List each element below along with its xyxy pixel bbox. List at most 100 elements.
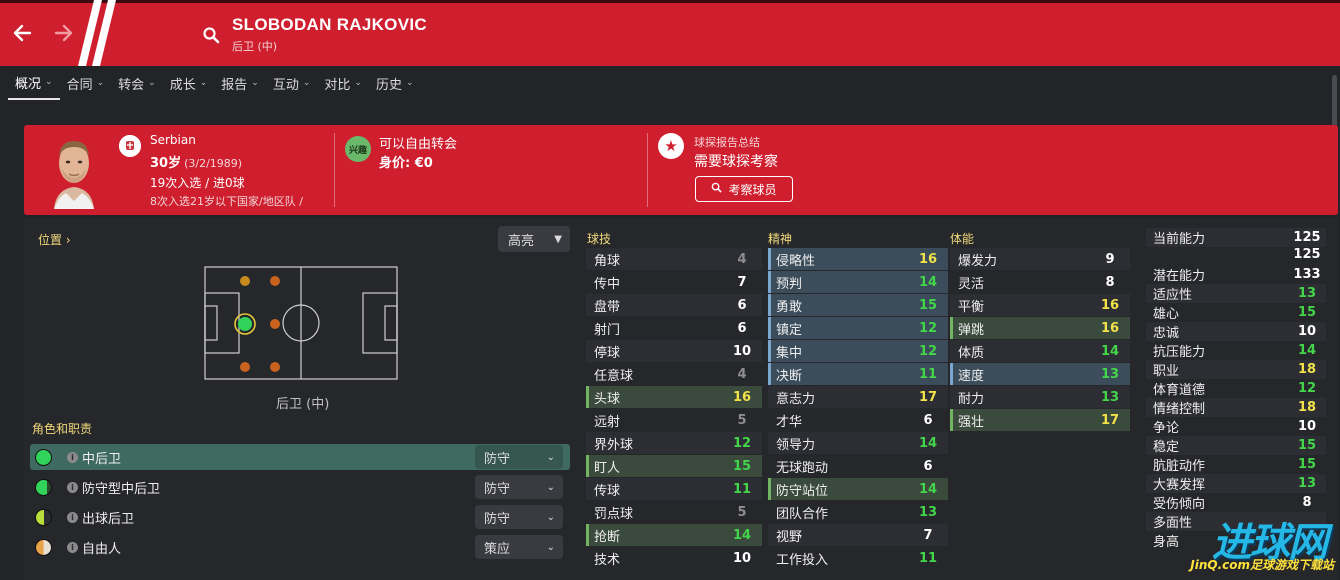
attribute-value: 8 bbox=[1302, 495, 1312, 510]
serbia-flag-icon bbox=[119, 135, 141, 157]
attribute-value: 6 bbox=[923, 458, 933, 474]
hidden-attribute-row[interactable]: 潜在能力 133 bbox=[1146, 265, 1326, 284]
attribute-row[interactable]: 传球 11 bbox=[586, 478, 762, 500]
tab-0[interactable]: 概况 ⌄ bbox=[8, 66, 60, 100]
attribute-row[interactable]: 头球 16 bbox=[586, 386, 762, 408]
attribute-row[interactable]: 集中 12 bbox=[768, 340, 948, 362]
attribute-row[interactable]: 速度 13 bbox=[950, 363, 1130, 385]
hidden-attribute-row[interactable]: 忠诚 10 bbox=[1146, 322, 1326, 341]
attribute-row[interactable]: 盘带 6 bbox=[586, 294, 762, 316]
forward-arrow-icon[interactable] bbox=[50, 20, 76, 46]
tab-bar: 概况 ⌄ 合同 ⌄ 转会 ⌄ 成长 ⌄ 报告 ⌄ 互动 ⌄ 对比 ⌄ 历史 ⌄ bbox=[8, 66, 421, 100]
attribute-row[interactable]: 界外球 12 bbox=[586, 432, 762, 454]
attribute-row[interactable]: 预判 14 bbox=[768, 271, 948, 293]
attribute-row[interactable]: 灵活 8 bbox=[950, 271, 1130, 293]
attribute-value: 14 bbox=[918, 274, 938, 290]
attribute-row[interactable]: 意志力 17 bbox=[768, 386, 948, 408]
hidden-attribute-row[interactable]: 稳定 15 bbox=[1146, 436, 1326, 455]
attribute-row[interactable]: 强壮 17 bbox=[950, 409, 1130, 431]
tab-7[interactable]: 历史 ⌄ bbox=[369, 66, 421, 100]
attribute-row[interactable]: 爆发力 9 bbox=[950, 248, 1130, 270]
attribute-value: 7 bbox=[923, 527, 933, 543]
tab-2[interactable]: 转会 ⌄ bbox=[111, 66, 163, 100]
attribute-value: 125 bbox=[1293, 247, 1321, 262]
attribute-row[interactable]: 技术 10 bbox=[586, 547, 762, 569]
attribute-row[interactable]: 射门 6 bbox=[586, 317, 762, 339]
hidden-attribute-row[interactable]: 肮脏动作 15 bbox=[1146, 455, 1326, 474]
hidden-attribute-row[interactable]: 适应性 13 bbox=[1146, 284, 1326, 303]
attribute-row[interactable]: 体质 14 bbox=[950, 340, 1130, 362]
back-arrow-icon[interactable] bbox=[10, 20, 36, 46]
info-icon[interactable]: i bbox=[67, 511, 78, 523]
attribute-value: 7 bbox=[737, 274, 747, 290]
attribute-name: 肮脏动作 bbox=[1153, 459, 1206, 474]
roles-heading: 角色和职责 bbox=[32, 422, 93, 436]
current-ability-secondary: 125 bbox=[1146, 245, 1326, 264]
watermark-logo: 进球网 JinQ.com足球游戏下载站 bbox=[1146, 510, 1340, 580]
attribute-value: 15 bbox=[1297, 438, 1317, 453]
role-row[interactable]: i 出球后卫 防守 ⌄ bbox=[30, 504, 570, 530]
attribute-row[interactable]: 镇定 12 bbox=[768, 317, 948, 339]
tab-5[interactable]: 互动 ⌄ bbox=[266, 66, 318, 100]
tab-4[interactable]: 报告 ⌄ bbox=[214, 66, 266, 100]
attribute-row[interactable]: 防守站位 14 bbox=[768, 478, 948, 500]
hidden-attribute-row[interactable]: 情绪控制 18 bbox=[1146, 398, 1326, 417]
attribute-row[interactable]: 平衡 16 bbox=[950, 294, 1130, 316]
role-row[interactable]: i 自由人 策应 ⌄ bbox=[30, 534, 570, 560]
attribute-value: 12 bbox=[732, 435, 752, 451]
tab-1[interactable]: 合同 ⌄ bbox=[60, 66, 112, 100]
attribute-row[interactable]: 才华 6 bbox=[768, 409, 948, 431]
attribute-row[interactable]: 领导力 14 bbox=[768, 432, 948, 454]
attribute-row[interactable]: 盯人 15 bbox=[586, 455, 762, 477]
attribute-name: 体质 bbox=[958, 345, 985, 361]
attribute-row[interactable]: 工作投入 11 bbox=[768, 547, 948, 569]
position-link[interactable]: 位置 › bbox=[38, 231, 71, 248]
duty-select[interactable]: 防守 ⌄ bbox=[475, 505, 563, 529]
attribute-value: 14 bbox=[1297, 343, 1317, 358]
interest-badge-icon: 兴趣 bbox=[345, 136, 371, 162]
attribute-row[interactable]: 角球 4 bbox=[586, 248, 762, 270]
hidden-attribute-row[interactable]: 争论 10 bbox=[1146, 417, 1326, 436]
attribute-name: 适应性 bbox=[1153, 288, 1193, 303]
search-icon[interactable] bbox=[202, 26, 220, 44]
attribute-row[interactable]: 决断 11 bbox=[768, 363, 948, 385]
hidden-attribute-row[interactable]: 职业 18 bbox=[1146, 360, 1326, 379]
highlight-select[interactable]: 高亮 ▼ bbox=[498, 226, 570, 252]
attribute-row[interactable]: 无球跑动 6 bbox=[768, 455, 948, 477]
duty-select[interactable]: 策应 ⌄ bbox=[475, 535, 563, 559]
info-icon[interactable]: i bbox=[67, 451, 78, 463]
attribute-name: 意志力 bbox=[776, 391, 816, 407]
attribute-row[interactable]: 任意球 4 bbox=[586, 363, 762, 385]
role-row[interactable]: i 中后卫 防守 ⌄ bbox=[30, 444, 570, 470]
duty-select[interactable]: 防守 ⌄ bbox=[475, 475, 563, 499]
attribute-value: 12 bbox=[918, 320, 938, 336]
attribute-row[interactable]: 团队合作 13 bbox=[768, 501, 948, 523]
tab-6[interactable]: 对比 ⌄ bbox=[317, 66, 369, 100]
info-icon[interactable]: i bbox=[67, 481, 78, 493]
role-name: 中后卫 bbox=[82, 451, 122, 467]
hidden-attribute-row[interactable]: 体育道德 12 bbox=[1146, 379, 1326, 398]
attribute-row[interactable]: 耐力 13 bbox=[950, 386, 1130, 408]
attribute-row[interactable]: 弹跳 16 bbox=[950, 317, 1130, 339]
attribute-row[interactable]: 抢断 14 bbox=[586, 524, 762, 546]
attribute-value: 11 bbox=[918, 366, 938, 382]
attribute-value: 14 bbox=[918, 481, 938, 497]
hidden-attribute-row[interactable]: 雄心 15 bbox=[1146, 303, 1326, 322]
tab-3[interactable]: 成长 ⌄ bbox=[163, 66, 215, 100]
attribute-row[interactable]: 停球 10 bbox=[586, 340, 762, 362]
info-icon[interactable]: i bbox=[67, 541, 78, 553]
scout-player-button[interactable]: 考察球员 bbox=[695, 176, 793, 202]
attribute-row[interactable]: 罚点球 5 bbox=[586, 501, 762, 523]
hidden-attribute-row[interactable]: 大赛发挥 13 bbox=[1146, 474, 1326, 493]
attribute-value: 10 bbox=[732, 550, 752, 566]
attribute-row[interactable]: 视野 7 bbox=[768, 524, 948, 546]
attribute-row[interactable]: 侵略性 16 bbox=[768, 248, 948, 270]
attribute-row[interactable]: 远射 5 bbox=[586, 409, 762, 431]
player-age: 30岁 (3/2/1989) bbox=[150, 152, 242, 171]
attribute-row[interactable]: 传中 7 bbox=[586, 271, 762, 293]
attribute-row[interactable]: 勇敢 15 bbox=[768, 294, 948, 316]
role-row[interactable]: i 防守型中后卫 防守 ⌄ bbox=[30, 474, 570, 500]
hidden-attribute-row[interactable]: 抗压能力 14 bbox=[1146, 341, 1326, 360]
role-fit-icon bbox=[35, 448, 52, 466]
duty-select[interactable]: 防守 ⌄ bbox=[475, 445, 563, 469]
